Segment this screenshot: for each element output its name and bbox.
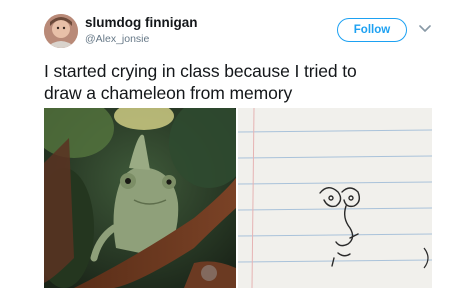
avatar-image — [44, 14, 78, 48]
display-name[interactable]: slumdog finnigan — [85, 15, 198, 30]
tweet-text-line: draw a chameleon from memory — [44, 83, 293, 103]
tweet-text: I started crying in class because I trie… — [44, 60, 444, 104]
chevron-down-icon[interactable] — [418, 22, 432, 36]
user-handle[interactable]: @Alex_jonsie — [85, 33, 149, 45]
tweet-text-line: I started crying in class because I trie… — [44, 61, 357, 81]
drawing-photo[interactable] — [238, 108, 432, 288]
follow-button[interactable]: Follow — [337, 18, 407, 42]
tweet-header: slumdog finnigan @Alex_jonsie Follow — [0, 0, 474, 50]
chameleon-photo[interactable] — [44, 108, 236, 288]
tweet-media[interactable] — [44, 108, 432, 288]
avatar[interactable] — [44, 14, 78, 48]
